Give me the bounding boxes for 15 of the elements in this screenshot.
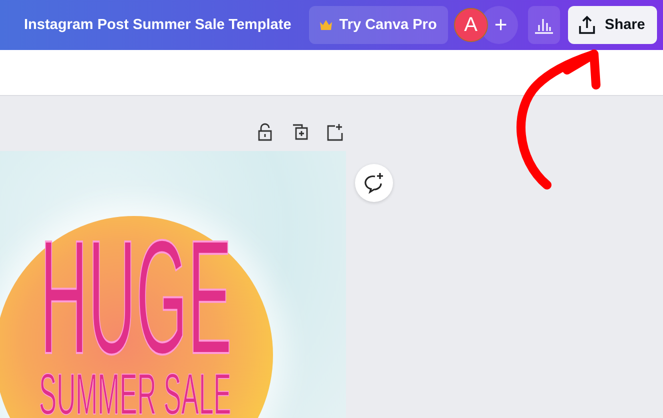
add-page-icon[interactable] [326, 122, 344, 140]
subheadline-text: SUMMER SALE [39, 373, 232, 417]
comment-plus-icon [363, 172, 385, 194]
crown-icon [320, 20, 332, 30]
bar-chart-icon [534, 16, 554, 34]
upload-icon [576, 15, 597, 35]
share-button[interactable]: Share [568, 6, 658, 44]
add-comment-button[interactable] [355, 164, 393, 202]
headline-text: HUGE [40, 239, 232, 357]
try-pro-button[interactable]: Try Canva Pro [309, 6, 448, 44]
duplicate-icon[interactable] [291, 122, 309, 140]
insights-button[interactable] [528, 6, 560, 44]
unlock-icon[interactable] [256, 122, 274, 140]
document-title[interactable]: Instagram Post Summer Sale Template [24, 17, 292, 33]
user-avatar[interactable]: A [454, 8, 488, 42]
